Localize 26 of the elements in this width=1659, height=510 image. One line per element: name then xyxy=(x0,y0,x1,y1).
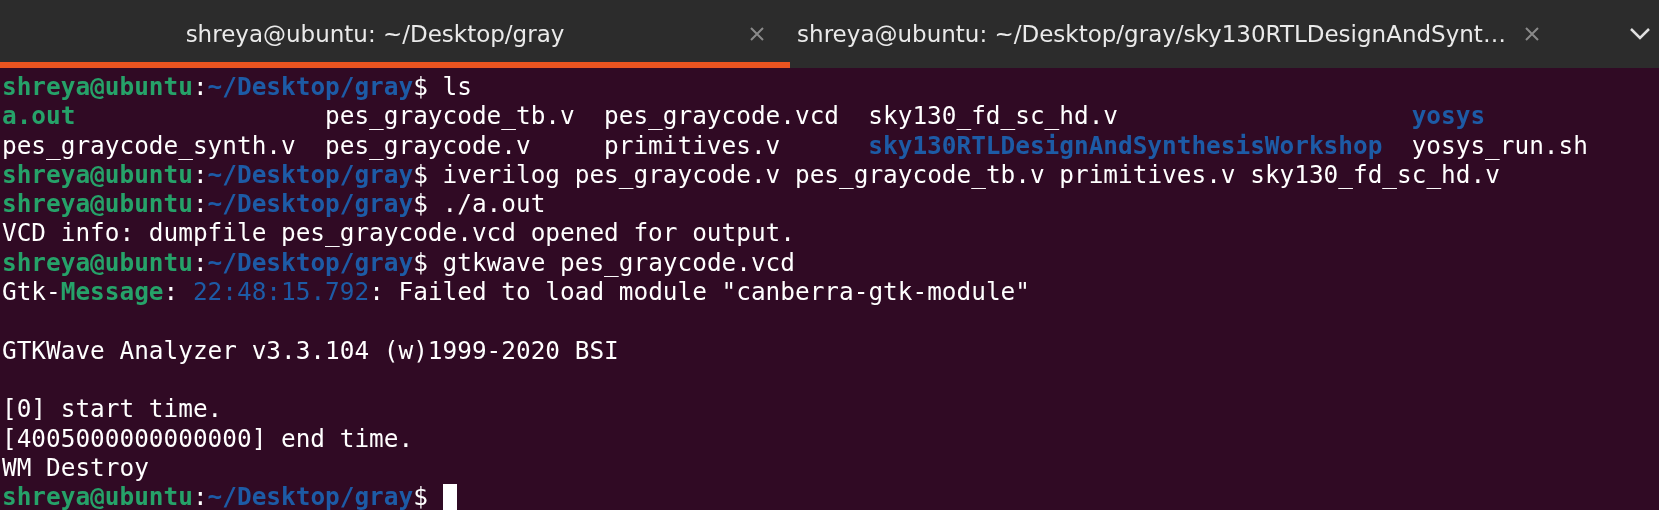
terminal-tab[interactable]: shreya@ubuntu: ~/Desktop/gray xyxy=(0,0,790,68)
output-line: [0] start time. xyxy=(2,394,223,424)
output-line: GTKWave Analyzer v3.3.104 (w)1999-2020 BSI xyxy=(2,335,619,365)
command-line: shreya@ubuntu:~/Desktop/gray$ iverilog pes_graycode.v pes_graycode_tb.v primitives.v sky130_fd_sc_hd.v xyxy=(2,159,1500,190)
close-icon[interactable] xyxy=(748,25,766,43)
file-name: pes_graycode_synth.v xyxy=(2,130,296,160)
command-line: shreya@ubuntu:~/Desktop/gray$ ls xyxy=(2,72,472,102)
command-line: Gtk-Message: 22:48:15.792: Failed to load module "canberra-gtk-module" xyxy=(2,277,1030,307)
file-name: pes_graycode_tb.v xyxy=(325,101,575,131)
file-name: a.out xyxy=(2,101,76,131)
command-line: shreya@ubuntu:~/Desktop/gray$ ./a.out xyxy=(2,189,546,219)
file-name: pes_graycode.vcd xyxy=(604,101,839,131)
chevron-down-icon[interactable] xyxy=(1629,27,1651,41)
file-name: yosys_run.sh xyxy=(1411,130,1588,160)
output-line: [4005000000000000] end time. xyxy=(2,423,414,453)
output-line: WM Destroy xyxy=(2,452,149,483)
directory-name: sky130RTLDesignAndSynthesisWorkshop xyxy=(868,130,1383,160)
file-name: pes_graycode.v xyxy=(325,130,531,160)
output-line: VCD info: dumpfile pes_graycode.vcd opened for output. xyxy=(2,218,795,248)
directory-name: yosys xyxy=(1411,101,1486,131)
command-line: shreya@ubuntu:~/Desktop/gray$ gtkwave pes_graycode.vcd xyxy=(2,247,795,278)
close-icon[interactable] xyxy=(1523,25,1541,43)
file-name: sky130_fd_sc_hd.v xyxy=(868,101,1118,131)
file-name: primitives.v xyxy=(604,130,781,160)
terminal-tab[interactable]: shreya@ubuntu: ~/Desktop/gray/sky130RTLDesignAndSynt… xyxy=(790,0,1565,68)
command-line: shreya@ubuntu:~/Desktop/gray$ xyxy=(2,482,429,510)
